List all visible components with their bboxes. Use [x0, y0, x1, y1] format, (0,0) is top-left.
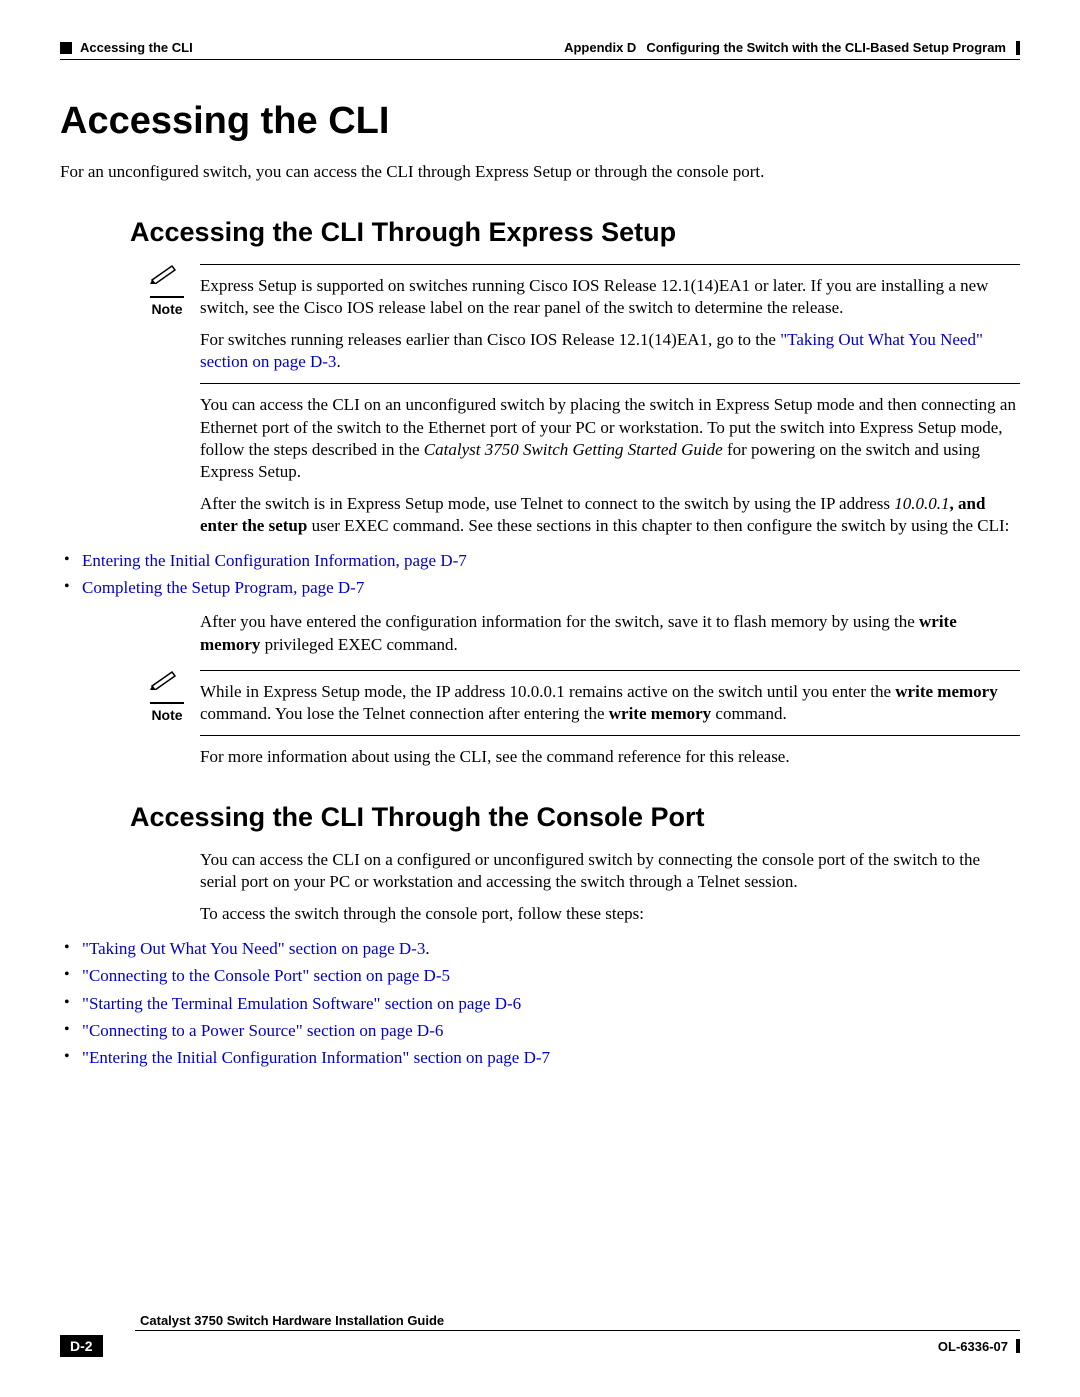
bullet-list-2: "Taking Out What You Need" section on pa… [60, 935, 1020, 1071]
header-rule [60, 59, 1020, 60]
note-icon-2: Note [150, 668, 184, 723]
note-icon: Note [150, 262, 184, 317]
para-express-3: After you have entered the configuration… [200, 611, 1020, 655]
p1-italic: Catalyst 3750 Switch Getting Started Gui… [424, 440, 723, 459]
bullet1a: Entering the Initial Configuration Infor… [60, 547, 1020, 574]
intro-text: For an unconfigured switch, you can acce… [60, 161, 1020, 183]
para-console-1: You can access the CLI on a configured o… [200, 849, 1020, 893]
bullet1b: Completing the Setup Program, page D-7 [60, 574, 1020, 601]
footer-end-bar-icon [1016, 1339, 1020, 1353]
bullet2a: "Taking Out What You Need" section on pa… [60, 935, 1020, 962]
page-footer: Catalyst 3750 Switch Hardware Installati… [60, 1313, 1020, 1357]
para-express-1: You can access the CLI on an unconfigure… [200, 394, 1020, 482]
footer-book-title: Catalyst 3750 Switch Hardware Installati… [140, 1313, 1020, 1328]
link-completing-setup[interactable]: Completing the Setup Program, page D-7 [82, 578, 364, 597]
link-power-source[interactable]: "Connecting to a Power Source" section o… [82, 1021, 443, 1040]
note2-text: While in Express Setup mode, the IP addr… [200, 681, 1020, 725]
page-container: Accessing the CLI Appendix D Configuring… [0, 0, 1080, 1117]
para-more-info: For more information about using the CLI… [200, 746, 1020, 768]
n2cmd1: write memory [895, 682, 997, 701]
note1-text: Express Setup is supported on switches r… [200, 275, 1020, 319]
section-heading-console: Accessing the CLI Through the Console Po… [130, 802, 1020, 833]
n2a: While in Express Setup mode, the IP addr… [200, 682, 895, 701]
link-taking-out-2[interactable]: "Taking Out What You Need" section on pa… [82, 939, 425, 958]
header-section-title: Accessing the CLI [80, 40, 193, 55]
link-terminal-emulation[interactable]: "Starting the Terminal Emulation Softwar… [82, 994, 521, 1013]
bullet2c: "Starting the Terminal Emulation Softwar… [60, 990, 1020, 1017]
header-end-bar-icon [1016, 41, 1020, 55]
header-appendix: Appendix D [564, 40, 636, 55]
n2c: command. [711, 704, 787, 723]
link-console-port[interactable]: "Connecting to the Console Port" section… [82, 966, 450, 985]
page-number: D-2 [60, 1335, 103, 1357]
note-block-1: Note Express Setup is supported on switc… [200, 264, 1020, 384]
bullet2e: "Entering the Initial Configuration Info… [60, 1044, 1020, 1071]
para-express-2: After the switch is in Express Setup mod… [200, 493, 1020, 537]
note-block-2: Note While in Express Setup mode, the IP… [200, 670, 1020, 736]
bullet2d: "Connecting to a Power Source" section o… [60, 1017, 1020, 1044]
link-entering-initial[interactable]: Entering the Initial Configuration Infor… [82, 551, 467, 570]
bullet2b: "Connecting to the Console Port" section… [60, 962, 1020, 989]
header-marker-icon [60, 42, 72, 54]
p3b: privileged EXEC command. [260, 635, 457, 654]
header-title: Configuring the Switch with the CLI-Base… [646, 40, 1006, 55]
para-console-2: To access the switch through the console… [200, 903, 1020, 925]
footer-doc-id: OL-6336-07 [938, 1339, 1008, 1354]
bullet-list-1: Entering the Initial Configuration Infor… [60, 547, 1020, 601]
n2b: command. You lose the Telnet connection … [200, 704, 609, 723]
n2cmd2: write memory [609, 704, 711, 723]
link-initial-config[interactable]: "Entering the Initial Configuration Info… [82, 1048, 550, 1067]
note1-text2-pre: For switches running releases earlier th… [200, 330, 780, 349]
p3a: After you have entered the configuration… [200, 612, 919, 631]
p2a: After the switch is in Express Setup mod… [200, 494, 894, 513]
note1-text2-post: . [336, 352, 340, 371]
note-label-2: Note [150, 707, 184, 723]
section-heading-express: Accessing the CLI Through Express Setup [130, 217, 1020, 248]
running-header: Accessing the CLI Appendix D Configuring… [60, 40, 1020, 55]
note-label: Note [150, 301, 184, 317]
p2c: user EXEC command. See these sections in… [307, 516, 1009, 535]
bullet2a-dot: . [425, 939, 429, 958]
note1-text2: For switches running releases earlier th… [200, 329, 1020, 373]
p2-cmd: setup [269, 516, 308, 535]
p2-ip: 10.0.0.1 [894, 494, 949, 513]
page-title: Accessing the CLI [60, 100, 1020, 143]
